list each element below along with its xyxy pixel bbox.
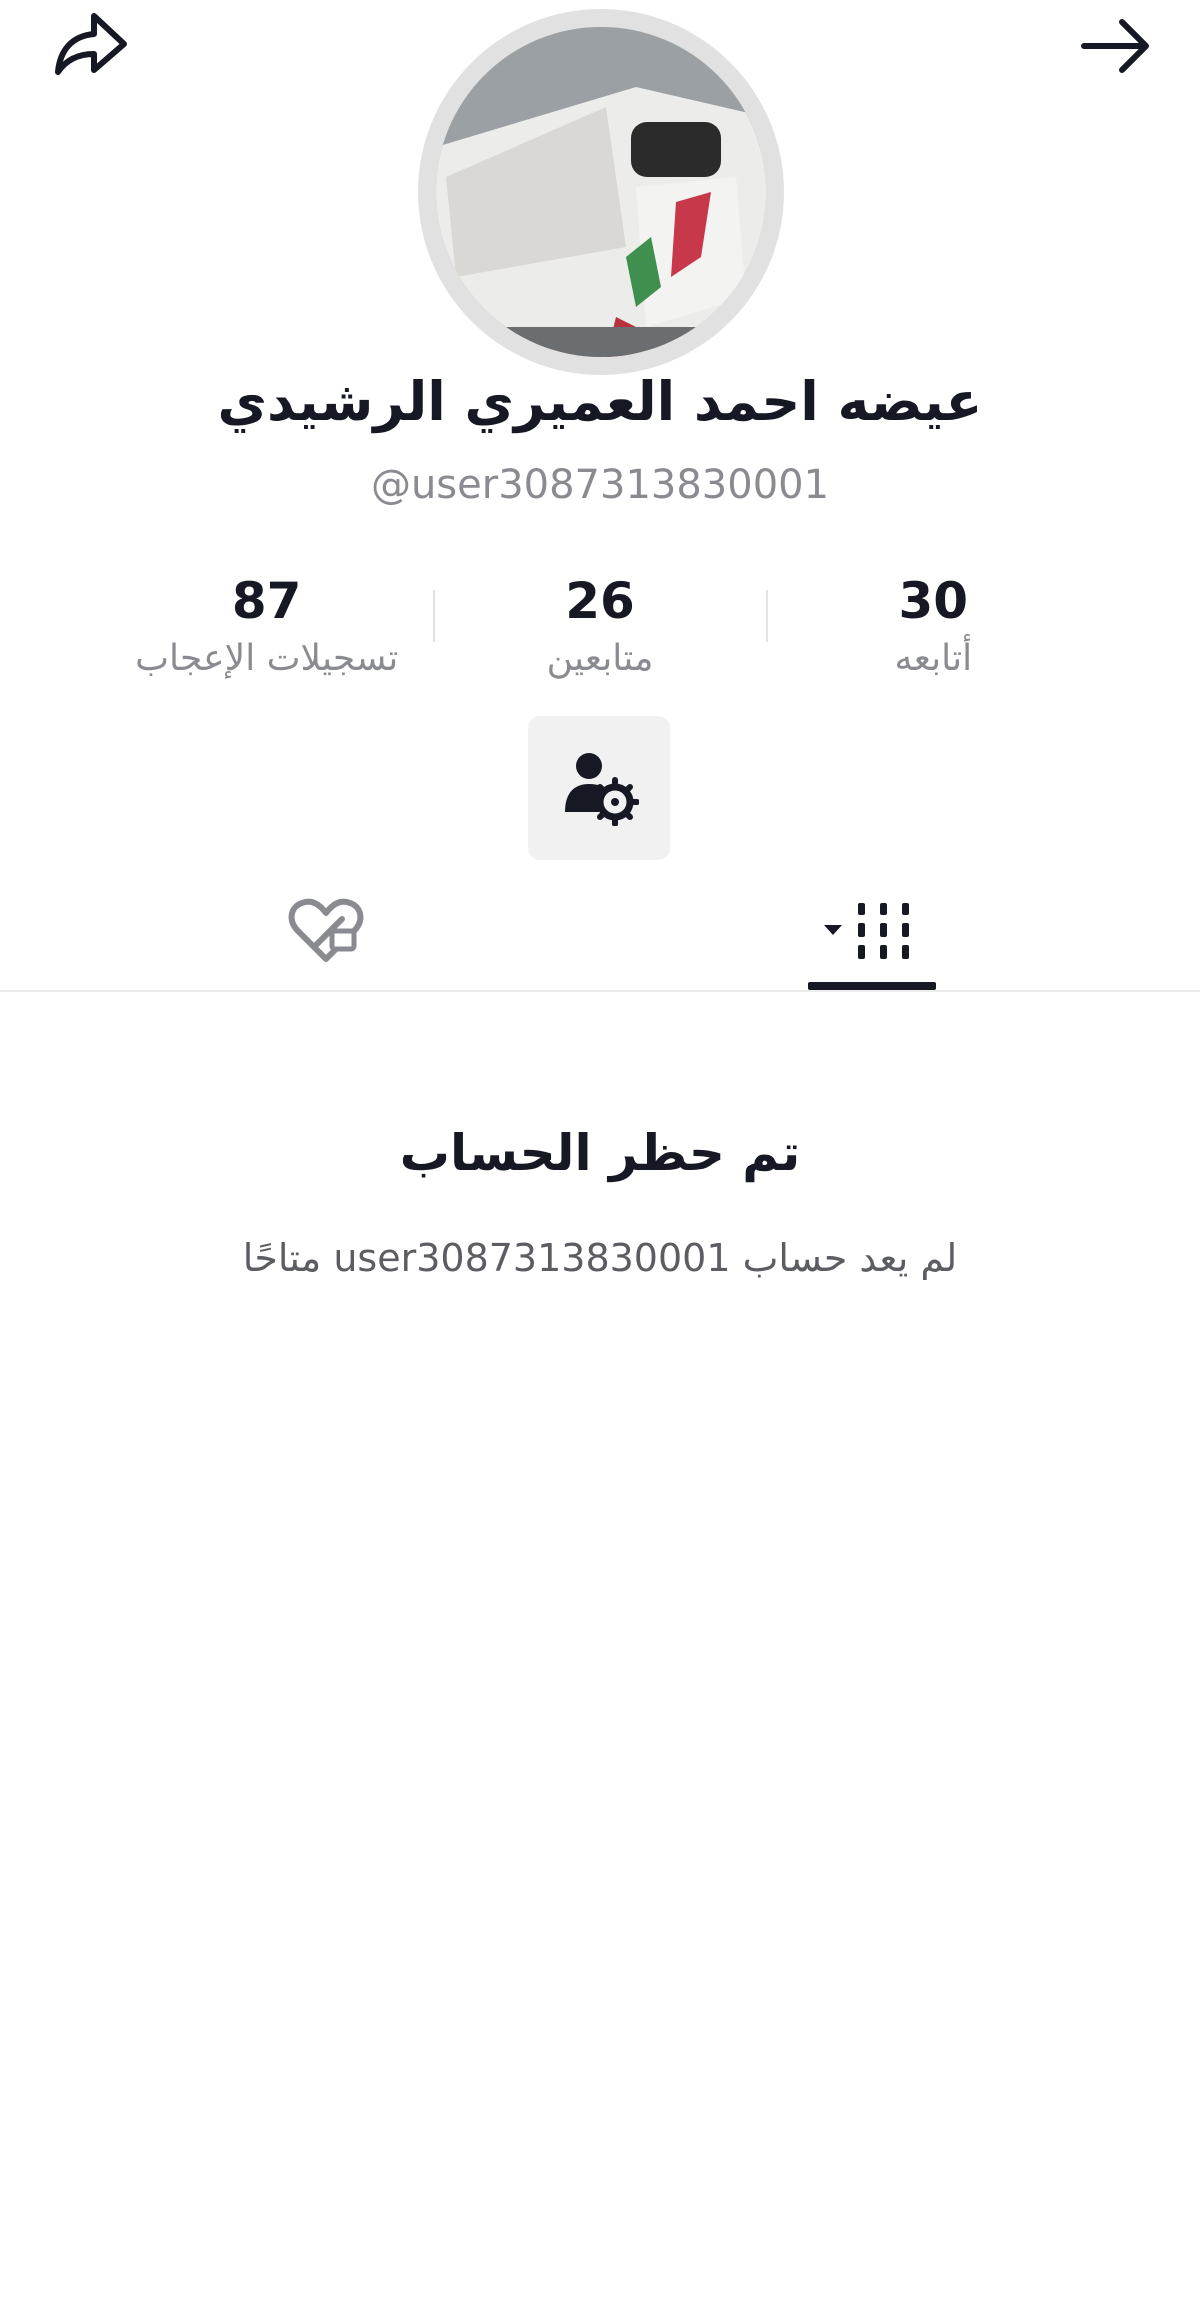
tab-liked[interactable] — [176, 876, 476, 990]
stat-followers[interactable]: 26 متابعين — [433, 568, 766, 688]
avatar[interactable] — [436, 27, 766, 357]
share-arrow-icon — [50, 6, 130, 90]
following-label: أتابعه — [894, 638, 973, 679]
banned-description: لم يعد حساب user3087313830001 متاحًا — [242, 1236, 958, 1280]
tab-videos[interactable] — [722, 876, 1022, 990]
stat-following[interactable]: 30 أتابعه — [767, 568, 1100, 688]
stats-row: 87 تسجيلات الإعجاب 26 متابعين 30 أتابعه — [100, 568, 1100, 688]
stats-divider — [433, 590, 435, 642]
share-button[interactable] — [42, 0, 138, 96]
user-gear-icon — [559, 746, 640, 830]
grid-dropdown-icon — [822, 901, 922, 965]
heart-lock-icon — [288, 897, 364, 969]
stats-divider — [766, 590, 768, 642]
stat-likes[interactable]: 87 تسجيلات الإعجاب — [100, 568, 433, 688]
profile-tabs — [0, 876, 1200, 992]
manage-profile-button[interactable] — [528, 716, 670, 860]
active-tab-indicator — [808, 982, 936, 990]
profile-page: عيضه احمد العميري الرشيدي @user308731383… — [0, 0, 1200, 2324]
likes-count: 87 — [231, 572, 302, 630]
avatar-ring[interactable] — [418, 9, 784, 375]
banned-title: تم حظر الحساب — [399, 1124, 801, 1182]
followers-label: متابعين — [546, 638, 654, 679]
following-count: 30 — [898, 572, 969, 630]
forward-button[interactable] — [1068, 0, 1164, 96]
display-name: عيضه احمد العميري الرشيدي — [217, 370, 983, 433]
likes-label: تسجيلات الإعجاب — [135, 638, 399, 679]
followers-count: 26 — [565, 572, 635, 630]
arrow-right-icon — [1078, 8, 1154, 88]
username-handle: @user3087313830001 — [370, 462, 830, 508]
